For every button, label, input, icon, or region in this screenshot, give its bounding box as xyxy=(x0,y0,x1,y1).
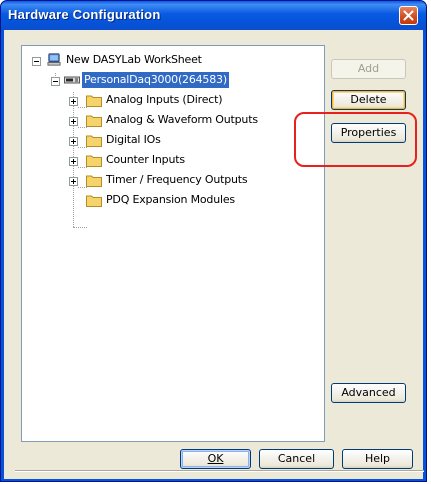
folder-icon xyxy=(86,155,102,167)
help-label: Help xyxy=(364,452,391,465)
folder-icon xyxy=(86,95,102,107)
expand-icon[interactable] xyxy=(69,97,78,106)
tree-item-analog-inputs[interactable]: Analog Inputs (Direct) xyxy=(22,92,322,110)
computer-icon xyxy=(47,53,61,66)
hardware-tree[interactable]: New DASYLab WorkSheet PersonalDaq3000(26… xyxy=(21,45,325,442)
tree-item-counter-inputs[interactable]: Counter Inputs xyxy=(22,152,322,170)
ok-button[interactable]: OK xyxy=(180,449,251,469)
tree-item-analog-outputs[interactable]: Analog & Waveform Outputs xyxy=(22,112,322,130)
folder-icon xyxy=(86,175,102,187)
expand-icon[interactable] xyxy=(69,137,78,146)
device-icon xyxy=(64,76,80,84)
expand-icon[interactable] xyxy=(69,157,78,166)
footer-separator xyxy=(15,470,424,472)
dialog-body: New DASYLab WorkSheet PersonalDaq3000(26… xyxy=(4,30,424,479)
advanced-button[interactable]: Advanced xyxy=(331,383,406,403)
folder-icon xyxy=(86,135,102,147)
annotation-highlight xyxy=(294,112,417,167)
delete-button[interactable]: Delete xyxy=(331,90,406,110)
help-button[interactable]: Help xyxy=(342,449,413,469)
tree-label: Counter Inputs xyxy=(106,153,185,166)
close-button[interactable] xyxy=(399,6,418,25)
tree-item-timer-outputs[interactable]: Timer / Frequency Outputs xyxy=(22,172,322,190)
tree-label: New DASYLab WorkSheet xyxy=(66,53,202,66)
tree-item-root[interactable]: New DASYLab WorkSheet xyxy=(22,52,322,70)
window-title: Hardware Configuration xyxy=(8,7,161,22)
collapse-icon[interactable] xyxy=(51,77,60,86)
expand-icon[interactable] xyxy=(69,117,78,126)
tree-label: PDQ Expansion Modules xyxy=(106,193,235,206)
tree-item-digital-ios[interactable]: Digital IOs xyxy=(22,132,322,150)
tree-item-pdq-expansion[interactable]: PDQ Expansion Modules xyxy=(22,192,322,210)
title-bar[interactable]: Hardware Configuration xyxy=(1,1,426,30)
tree-label: Timer / Frequency Outputs xyxy=(106,173,248,186)
tree-label: Analog & Waveform Outputs xyxy=(106,113,258,126)
tree-label: Digital IOs xyxy=(106,133,161,146)
cancel-button[interactable]: Cancel xyxy=(259,449,334,469)
folder-icon xyxy=(86,195,102,207)
dialog-window: Hardware Configuration New DASYLab WorkS… xyxy=(0,0,427,482)
folder-icon xyxy=(86,115,102,127)
collapse-icon[interactable] xyxy=(32,57,41,66)
tree-item-device[interactable]: PersonalDaq3000(264583) xyxy=(22,72,322,90)
expand-icon[interactable] xyxy=(69,177,78,186)
cancel-label: Cancel xyxy=(277,452,316,465)
add-button[interactable]: Add xyxy=(331,59,406,79)
close-icon xyxy=(403,10,414,21)
ok-label: OK xyxy=(207,452,224,465)
tree-label: Analog Inputs (Direct) xyxy=(106,93,223,106)
tree-connector xyxy=(73,227,87,229)
tree-label: PersonalDaq3000(264583) xyxy=(82,72,229,88)
